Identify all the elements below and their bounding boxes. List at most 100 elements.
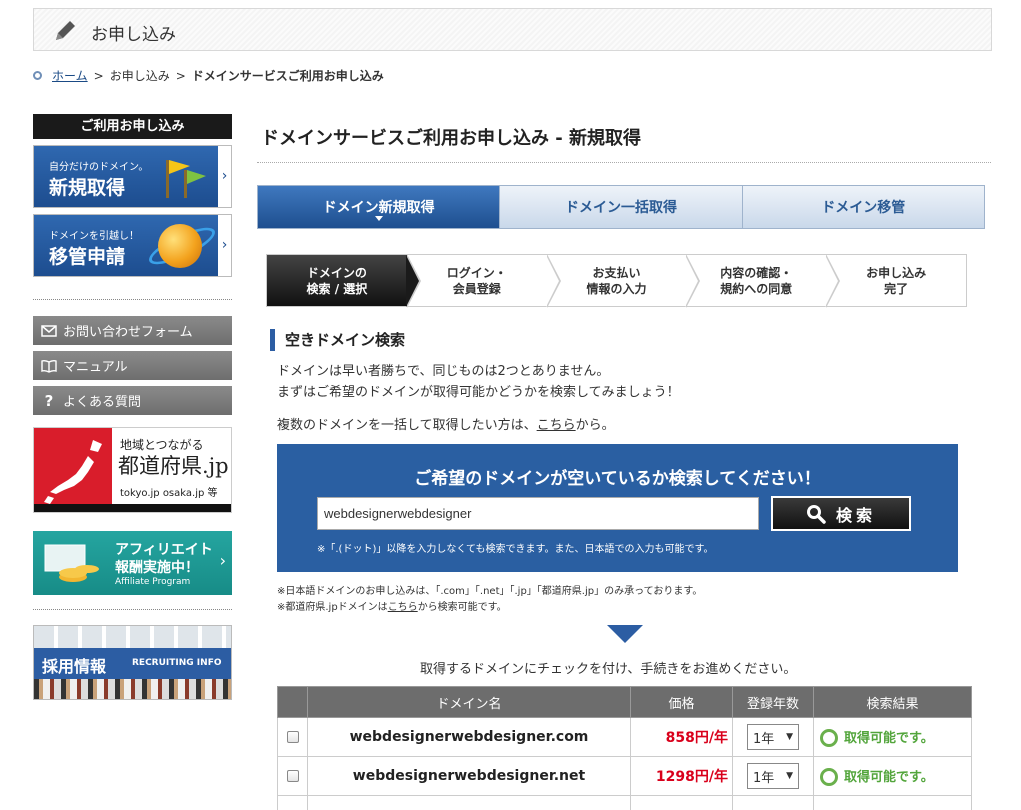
divider bbox=[257, 162, 991, 163]
domain-checkbox[interactable] bbox=[286, 731, 299, 743]
table-row bbox=[277, 795, 972, 810]
affiliate-line2: 報酬実施中！ bbox=[115, 560, 199, 576]
transfer-banner-caption: ドメインを引越し！ bbox=[49, 231, 139, 242]
search-icon bbox=[806, 504, 826, 524]
new-domain-banner-title: 新規取得 bbox=[49, 177, 126, 199]
breadcrumb-home-link[interactable]: ホーム bbox=[52, 67, 88, 84]
dropdown-arrow-icon: ▼ bbox=[786, 771, 793, 781]
search-button-label: 検索 bbox=[835, 505, 876, 525]
result-cell bbox=[813, 795, 972, 810]
dropdown-arrow-icon: ▼ bbox=[786, 732, 793, 742]
note-japanese-domain: ※日本語ドメインのお申し込みは、「.com」「.net」「.jp」「都道府県.j… bbox=[277, 586, 703, 597]
breadcrumb: ホーム > お申し込み > ドメインサービスご利用お申し込み bbox=[33, 67, 384, 84]
result-cell: 取得可能です。 bbox=[813, 756, 972, 796]
question-icon: ? bbox=[44, 391, 54, 410]
step-payment: お支払い 情報の入力 bbox=[547, 254, 701, 308]
tab-transfer-domain[interactable]: ドメイン移管 bbox=[741, 186, 984, 228]
table-header-row: ドメイン名 価格 登録年数 検索結果 bbox=[277, 686, 972, 718]
col-header-price: 価格 bbox=[630, 686, 733, 718]
bulk-prefix: 複数のドメインを一括して取得したい方は、 bbox=[277, 418, 537, 433]
bulk-link[interactable]: こちら bbox=[537, 418, 576, 433]
tab-new-domain[interactable]: ドメイン新規取得 bbox=[258, 186, 500, 228]
col-header-result: 検索結果 bbox=[813, 686, 972, 718]
bulk-suffix: から。 bbox=[575, 418, 615, 433]
domain-checkbox[interactable] bbox=[286, 770, 299, 782]
page-header-title: お申し込み bbox=[91, 25, 176, 45]
tab-bulk-domain[interactable]: ドメイン一括取得 bbox=[499, 186, 742, 228]
domain-name: webdesignerwebdesigner.net bbox=[307, 756, 631, 796]
instruction-text: 取得するドメインにチェックを付け、手続きをお進めください。 bbox=[420, 662, 797, 677]
years-cell bbox=[732, 795, 814, 810]
years-cell: 1年 ▼ bbox=[732, 717, 814, 757]
col-header-domain: ドメイン名 bbox=[307, 686, 631, 718]
step-label-line1: ログイン・ bbox=[446, 265, 507, 280]
down-arrow-icon bbox=[607, 625, 643, 643]
affiliate-line3: Affiliate Program bbox=[115, 577, 191, 587]
domain-name: webdesignerwebdesigner.com bbox=[307, 717, 631, 757]
breadcrumb-separator: > bbox=[175, 68, 186, 83]
todofuken-search-link[interactable]: こちら bbox=[388, 602, 418, 613]
table-row: webdesignerwebdesigner.com 858円/年 1年 ▼ 取得… bbox=[277, 717, 972, 757]
step-search-select: ドメインの 検索 / 選択 bbox=[267, 254, 421, 308]
step-chevron bbox=[405, 254, 421, 308]
new-domain-banner[interactable]: 自分だけのドメイン。 新規取得 › bbox=[33, 145, 232, 208]
sidebar-contact-label: お問い合わせフォーム bbox=[63, 325, 193, 340]
domain-search-input[interactable] bbox=[317, 497, 759, 530]
todofuken-line3: tokyo.jp osaka.jp 等 bbox=[120, 488, 218, 499]
section-title: 空きドメイン検索 bbox=[270, 329, 405, 351]
divider bbox=[33, 299, 232, 300]
todofuken-line2: 都道府県.jp bbox=[118, 454, 229, 478]
search-heading: ご希望のドメインが空いているか検索してください！ bbox=[414, 469, 821, 489]
row-checkbox-cell bbox=[277, 756, 308, 796]
mail-icon bbox=[41, 323, 57, 339]
domain-search-panel: ご希望のドメインが空いているか検索してください！ 検索 ※「.(ドット)」以降を… bbox=[277, 444, 958, 572]
sidebar-manual-button[interactable]: マニュアル bbox=[33, 351, 232, 380]
sidebar-manual-label: マニュアル bbox=[63, 360, 128, 375]
notes: ※日本語ドメインのお申し込みは、「.com」「.net」「.jp」「都道府県.j… bbox=[277, 584, 702, 616]
breadcrumb-separator: > bbox=[93, 68, 104, 83]
domain-tabs: ドメイン新規取得 ドメイン一括取得 ドメイン移管 bbox=[257, 185, 985, 229]
divider bbox=[33, 609, 232, 610]
col-header-checkbox bbox=[277, 686, 308, 718]
step-label-line2: 会員登録 bbox=[452, 281, 501, 296]
transfer-banner-title: 移管申請 bbox=[49, 246, 126, 268]
transfer-banner[interactable]: ドメインを引越し！ 移管申請 › bbox=[33, 214, 232, 277]
row-checkbox-cell bbox=[277, 717, 308, 757]
search-button[interactable]: 検索 bbox=[771, 496, 911, 531]
pencil-icon bbox=[56, 21, 75, 40]
sidebar-faq-label: よくある質問 bbox=[63, 395, 142, 410]
intro-text: ドメインは早い者勝ちで、同じものは2つとありません。 まずはご希望のドメインが取… bbox=[277, 361, 680, 403]
years-select[interactable]: 1年 ▼ bbox=[747, 724, 799, 750]
sidebar-faq-button[interactable]: ? よくある質問 bbox=[33, 386, 232, 415]
page-title: ドメインサービスご利用お申し込み - 新規取得 bbox=[261, 128, 642, 149]
years-cell: 1年 ▼ bbox=[732, 756, 814, 796]
search-note: ※「.(ドット)」以降を入力しなくても検索できます。また、日本語での入力も可能で… bbox=[317, 544, 714, 555]
results-table: ドメイン名 価格 登録年数 検索結果 webdesignerwebdesigne… bbox=[277, 686, 972, 810]
note2-suffix: から検索可能です。 bbox=[417, 602, 507, 613]
col-header-years: 登録年数 bbox=[732, 686, 814, 718]
years-select[interactable]: 1年 ▼ bbox=[747, 763, 799, 789]
result-cell: 取得可能です。 bbox=[813, 717, 972, 757]
step-login: ログイン・ 会員登録 bbox=[407, 254, 561, 308]
todofuken-banner-bar bbox=[34, 504, 231, 512]
step-label-line1: 内容の確認・ bbox=[720, 265, 793, 280]
available-circle-icon bbox=[820, 729, 838, 748]
sidebar-contact-button[interactable]: お問い合わせフォーム bbox=[33, 316, 232, 345]
new-domain-banner-caption: 自分だけのドメイン。 bbox=[49, 162, 149, 173]
note2-prefix: ※都道府県.jpドメインは bbox=[277, 602, 388, 613]
step-label-line1: お支払い bbox=[592, 265, 641, 280]
recruit-ceiling-image bbox=[34, 626, 231, 648]
page-header: お申し込み bbox=[33, 8, 992, 51]
step-chevron bbox=[545, 254, 561, 308]
office-photo bbox=[34, 679, 231, 699]
step-complete: お申し込み 完了 bbox=[826, 255, 966, 306]
sidebar-heading: ご利用お申し込み bbox=[33, 114, 232, 139]
todofuken-banner[interactable]: 地域とつながる 都道府県.jp tokyo.jp osaka.jp 等 bbox=[33, 427, 232, 513]
step-label-line2: 情報の入力 bbox=[586, 281, 647, 296]
available-circle-icon bbox=[820, 768, 838, 787]
intro-line1: ドメインは早い者勝ちで、同じものは2つとありません。 bbox=[277, 364, 610, 379]
coins-icon bbox=[44, 544, 99, 582]
step-chevron bbox=[825, 254, 841, 308]
affiliate-banner[interactable]: アフィリエイト 報酬実施中！ Affiliate Program › bbox=[33, 531, 232, 595]
domain-price bbox=[630, 795, 733, 810]
